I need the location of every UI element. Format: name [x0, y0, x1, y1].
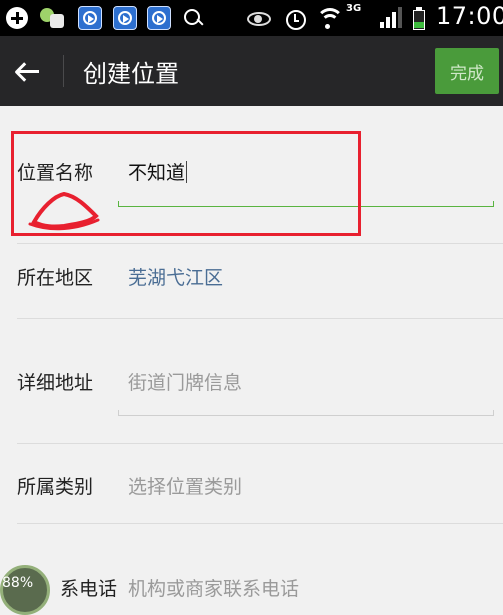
app-notification-icon — [38, 6, 66, 30]
overlay-percent: 88% — [2, 575, 34, 591]
address-label: 详细地址 — [17, 372, 94, 394]
alarm-icon — [283, 6, 307, 30]
network-type: 3G — [346, 3, 362, 14]
row-divider — [17, 318, 503, 319]
video-notification-icon — [78, 6, 102, 30]
region-selector[interactable]: 芜湖弋江区 — [128, 263, 223, 290]
category-label: 所属类别 — [17, 476, 94, 498]
page-title: 创建位置 — [83, 60, 179, 88]
signal-icon — [378, 6, 404, 30]
phone-label: 系电话 — [60, 578, 118, 600]
row-divider — [17, 523, 503, 524]
video-notification-icon — [113, 6, 137, 30]
status-bar: 3G 17:00 — [0, 0, 503, 36]
battery-icon — [412, 6, 426, 30]
add-notification-icon — [6, 7, 28, 29]
eye-icon — [245, 6, 271, 30]
clock: 17:00 — [436, 2, 503, 30]
category-selector[interactable]: 选择位置类别 — [128, 472, 242, 499]
row-divider — [17, 243, 503, 244]
back-arrow-icon[interactable] — [14, 56, 44, 86]
address-input-underline — [118, 410, 494, 416]
action-bar-divider — [63, 55, 64, 87]
address-input[interactable]: 街道门牌信息 — [128, 368, 242, 395]
region-label: 所在地区 — [17, 267, 94, 289]
annotation-mark — [28, 191, 100, 231]
row-divider — [17, 443, 503, 444]
done-button[interactable]: 完成 — [435, 48, 499, 94]
phone-input[interactable]: 机构或商家联系电话 — [128, 574, 299, 601]
wifi-icon — [316, 6, 344, 30]
search-icon — [183, 6, 204, 30]
video-notification-icon — [147, 6, 171, 30]
action-bar: 创建位置 完成 — [0, 36, 503, 106]
